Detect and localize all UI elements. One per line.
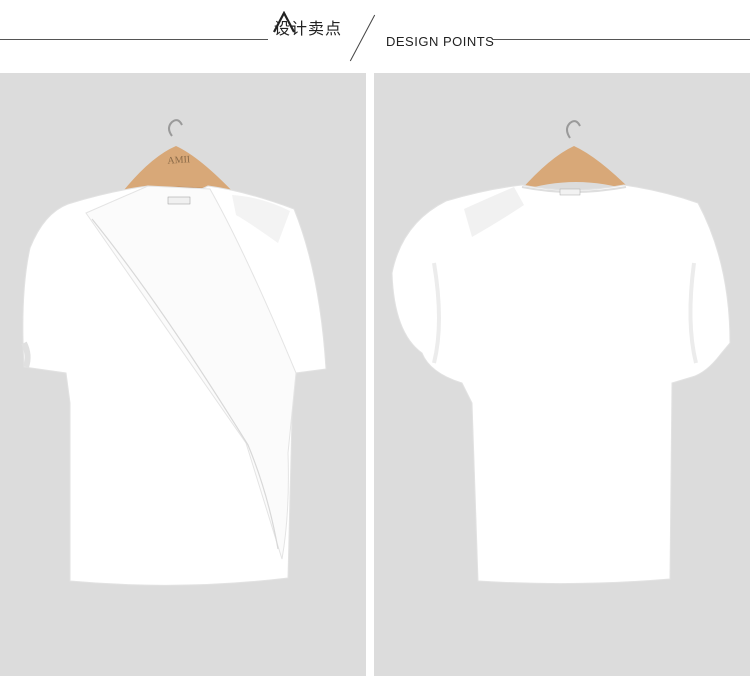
section-title-cn: 设计卖点 — [274, 19, 343, 38]
tshirt-back-icon — [391, 120, 731, 585]
header-rule-left — [0, 39, 268, 40]
header-slash — [349, 14, 376, 62]
front-photo: AMII — [0, 73, 366, 676]
section-header: 设计卖点 DESIGN POINTS — [0, 0, 750, 66]
hanger-brand: AMII — [167, 154, 190, 167]
back-photo — [374, 73, 750, 676]
tshirt-front-icon: AMII — [21, 119, 327, 586]
section-title-en: DESIGN POINTS — [386, 34, 495, 49]
header-rule-right — [492, 39, 750, 40]
